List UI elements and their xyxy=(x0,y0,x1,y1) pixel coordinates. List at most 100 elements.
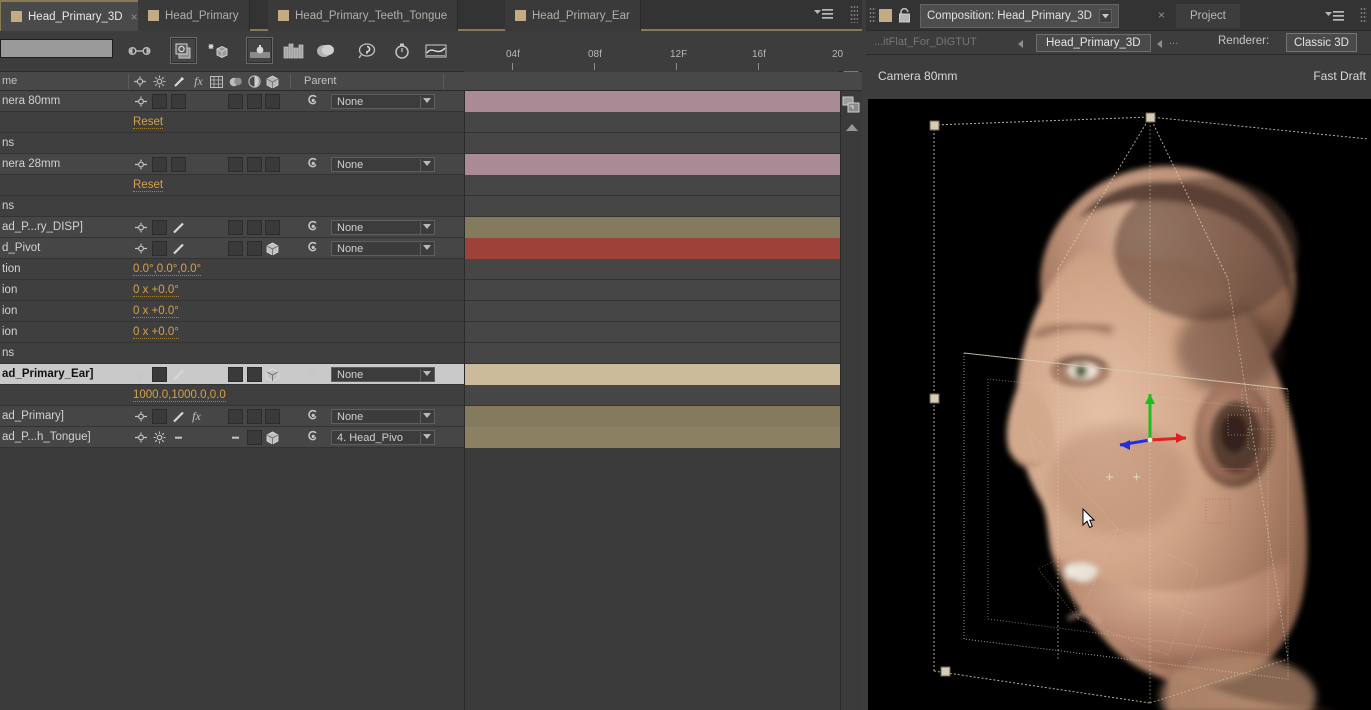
composition-viewer[interactable] xyxy=(868,99,1371,710)
switch-box[interactable] xyxy=(171,94,186,109)
timeline-track-row[interactable] xyxy=(465,427,841,448)
property-value[interactable]: 0 x +0.0° xyxy=(133,305,179,318)
layer-duration-bar[interactable] xyxy=(465,154,841,175)
tab-close-icon[interactable]: × xyxy=(131,10,138,24)
timeline-track-row[interactable] xyxy=(465,364,841,385)
switch-box[interactable] xyxy=(152,157,167,172)
switch-box[interactable] xyxy=(228,241,243,256)
chevron-down-icon[interactable] xyxy=(423,245,431,250)
chevron-down-icon[interactable] xyxy=(423,371,431,376)
layer-row[interactable]: ad_P...h_Tongue] 4. Head_Pivo xyxy=(0,427,464,448)
layer-row[interactable]: d_Pivot None xyxy=(0,238,464,259)
parent-select[interactable]: None xyxy=(331,220,435,235)
layer-row[interactable]: ad_P...ry_DISP] None xyxy=(0,217,464,238)
timeline-track-row[interactable] xyxy=(465,238,841,259)
property-row[interactable]: ion 0 x +0.0° xyxy=(0,322,464,343)
property-row[interactable]: tion 0.0°,0.0°,0.0° xyxy=(0,259,464,280)
timeline-track-row[interactable] xyxy=(465,259,841,280)
layer-duration-bar[interactable] xyxy=(465,427,841,448)
time-ruler[interactable]: 04f 08f 12F 16f 20 xyxy=(464,31,1300,78)
timeline-track-row[interactable] xyxy=(465,217,841,238)
property-row[interactable]: ion 0 x +0.0° xyxy=(0,301,464,322)
frame-blending-icon[interactable] xyxy=(170,37,197,64)
property-row[interactable]: Reset xyxy=(0,175,464,196)
breadcrumb-arrow-icon[interactable] xyxy=(1157,40,1162,48)
search-input[interactable] xyxy=(0,39,113,58)
parent-select[interactable]: None xyxy=(331,409,435,424)
draft-3d-icon[interactable] xyxy=(204,37,231,64)
layer-stack-icon[interactable] xyxy=(312,37,339,64)
video-switch-icon[interactable] xyxy=(133,241,148,256)
video-switch-icon[interactable] xyxy=(133,157,148,172)
timeline-tab-head-primary-teeth-tongue[interactable]: Head_Primary_Teeth_Tongue xyxy=(268,0,459,31)
layer-duration-bar[interactable] xyxy=(465,217,841,238)
layer-duration-bar[interactable] xyxy=(465,364,841,385)
parent-select[interactable]: None xyxy=(331,241,435,256)
switch-box[interactable] xyxy=(247,430,262,445)
layer-duration-bar[interactable] xyxy=(465,406,841,427)
layer-row[interactable]: ad_Primary_Ear] None xyxy=(0,364,464,385)
chevron-down-icon[interactable] xyxy=(423,434,431,439)
timeline-graph-area[interactable] xyxy=(464,91,841,710)
panel-menu-icon[interactable] xyxy=(1323,8,1345,24)
parent-pickwhip-icon[interactable] xyxy=(305,157,331,172)
timeline-track-row[interactable] xyxy=(465,280,841,301)
panel-menu-icon[interactable] xyxy=(812,6,834,22)
switch-dash-icon[interactable] xyxy=(171,430,186,445)
auto-keyframe-icon[interactable] xyxy=(354,37,381,64)
parent-pickwhip-icon[interactable] xyxy=(305,220,331,235)
motion-blur-icon[interactable] xyxy=(246,37,273,64)
switch-box[interactable] xyxy=(228,409,243,424)
project-tab[interactable]: Project xyxy=(1176,4,1240,28)
three-d-layer-icon[interactable] xyxy=(265,430,280,445)
switch-box[interactable] xyxy=(265,220,280,235)
switch-box[interactable] xyxy=(265,157,280,172)
property-row[interactable]: ns xyxy=(0,196,464,217)
timeline-track-row[interactable] xyxy=(465,196,841,217)
switch-box[interactable] xyxy=(247,220,262,235)
parent-pickwhip-icon[interactable] xyxy=(305,241,331,256)
switch-box[interactable] xyxy=(247,94,262,109)
switch-box[interactable] xyxy=(152,367,167,382)
property-row[interactable]: Reset xyxy=(0,112,464,133)
effects-fx-icon[interactable]: fx xyxy=(189,409,204,424)
switch-box[interactable] xyxy=(265,94,280,109)
property-row[interactable]: ion 0 x +0.0° xyxy=(0,280,464,301)
switch-box[interactable] xyxy=(171,157,186,172)
comp-flowchart-icon[interactable] xyxy=(842,96,860,114)
property-row[interactable]: ns xyxy=(0,133,464,154)
breadcrumb-ellipsis[interactable]: ... xyxy=(1169,35,1178,47)
breadcrumb-current[interactable]: Head_Primary_3D xyxy=(1036,34,1151,52)
layer-row[interactable]: nera 28mm None xyxy=(0,154,464,175)
timeline-track-row[interactable] xyxy=(465,91,841,112)
layer-duration-bar[interactable] xyxy=(465,238,841,259)
graph-editor-toggle-icon[interactable] xyxy=(422,37,449,64)
lock-switch-icon[interactable] xyxy=(171,241,186,256)
reset-link[interactable]: Reset xyxy=(133,179,164,192)
switch-box[interactable] xyxy=(228,367,243,382)
property-value[interactable]: 0 x +0.0° xyxy=(133,284,179,297)
lock-icon[interactable] xyxy=(897,7,912,24)
parent-pickwhip-icon[interactable] xyxy=(305,409,331,424)
layer-row[interactable]: ad_Primary] fx None xyxy=(0,406,464,427)
scroll-up-arrow-icon[interactable] xyxy=(846,124,858,131)
property-value[interactable]: 1000.0,1000.0,0.0 xyxy=(133,389,226,402)
video-switch-icon[interactable] xyxy=(133,94,148,109)
timeline-track-row[interactable] xyxy=(465,343,841,364)
solo-switch-icon[interactable] xyxy=(152,430,167,445)
property-value[interactable]: 0 x +0.0° xyxy=(133,326,179,339)
switch-box[interactable] xyxy=(247,241,262,256)
timeline-track-row[interactable] xyxy=(465,322,841,343)
column-header-name[interactable]: me xyxy=(2,75,17,87)
switch-box[interactable] xyxy=(152,241,167,256)
chevron-down-icon[interactable] xyxy=(423,161,431,166)
property-value[interactable]: 0.0°,0.0°,0.0° xyxy=(133,263,202,276)
switch-box[interactable] xyxy=(247,157,262,172)
parent-select[interactable]: None xyxy=(331,367,435,382)
property-row[interactable]: 1000.0,1000.0,0.0 xyxy=(0,385,464,406)
timeline-track-row[interactable] xyxy=(465,175,841,196)
chevron-down-icon[interactable] xyxy=(423,413,431,418)
breadcrumb-parent[interactable]: ...itFlat_For_DIGTUT xyxy=(874,36,977,48)
reset-link[interactable]: Reset xyxy=(133,116,164,129)
composition-tab[interactable]: Composition: Head_Primary_3D xyxy=(920,4,1119,28)
